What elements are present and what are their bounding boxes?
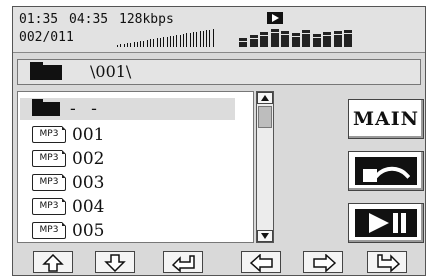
path-bar: \001\ bbox=[17, 59, 421, 85]
nav-enter-button[interactable] bbox=[163, 251, 203, 273]
equalizer-bar bbox=[260, 32, 268, 47]
file-name: 004 bbox=[72, 197, 105, 217]
volume-tick bbox=[169, 36, 171, 47]
current-path: \001\ bbox=[90, 62, 132, 81]
list-item[interactable]: MP3 003 bbox=[20, 172, 235, 194]
volume-tick bbox=[150, 39, 151, 47]
nav-tab-right-button[interactable] bbox=[367, 251, 407, 273]
elapsed-time: 01:35 bbox=[19, 12, 59, 27]
scroll-down-button[interactable] bbox=[257, 230, 273, 242]
volume-tick bbox=[212, 29, 214, 47]
equalizer-bar bbox=[239, 38, 247, 47]
file-name: 001 bbox=[72, 125, 105, 145]
volume-tick bbox=[120, 44, 122, 47]
file-name: 003 bbox=[72, 173, 105, 193]
equalizer-bar bbox=[323, 32, 331, 47]
volume-tick bbox=[123, 44, 125, 47]
mp3-file-icon: MP3 bbox=[32, 198, 66, 215]
volume-tick bbox=[192, 32, 194, 47]
status-panel: 01:35 04:35 128kbps 002/011 bbox=[13, 7, 425, 53]
volume-tick bbox=[206, 30, 208, 47]
volume-tick bbox=[176, 35, 178, 47]
folder-icon bbox=[32, 99, 60, 116]
nav-up-button[interactable] bbox=[33, 251, 73, 273]
main-button[interactable]: MAIN bbox=[348, 99, 424, 139]
arrow-right-icon bbox=[313, 254, 336, 272]
file-list: - - MP3 001 MP3 002 MP3 003 MP3 004 MP3 … bbox=[17, 91, 254, 243]
equalizer-bar bbox=[270, 29, 279, 47]
volume-tick bbox=[136, 42, 138, 47]
player-window: 01:35 04:35 128kbps 002/011 \001\ - - MP… bbox=[12, 6, 426, 276]
nav-right-button[interactable] bbox=[303, 251, 343, 273]
back-arrow-icon bbox=[355, 157, 417, 195]
play-pause-button[interactable] bbox=[348, 203, 424, 243]
arrow-down-icon bbox=[104, 254, 126, 272]
equalizer-bar bbox=[302, 30, 310, 47]
back-button[interactable] bbox=[348, 151, 424, 195]
volume-tick bbox=[146, 40, 148, 47]
list-item[interactable]: MP3 005 bbox=[20, 220, 235, 242]
equalizer-bar bbox=[291, 33, 300, 47]
play-icon bbox=[267, 12, 283, 24]
volume-tick bbox=[189, 33, 191, 47]
mp3-file-icon: MP3 bbox=[32, 222, 66, 239]
volume-tick bbox=[133, 42, 135, 47]
volume-tick bbox=[156, 38, 158, 47]
volume-tick bbox=[202, 31, 204, 47]
file-name: 005 bbox=[72, 221, 105, 241]
volume-tick bbox=[163, 37, 165, 47]
volume-tick bbox=[186, 33, 188, 47]
equalizer-bar bbox=[312, 34, 321, 47]
volume-tick bbox=[199, 31, 201, 47]
volume-tick bbox=[183, 34, 184, 47]
volume-tick bbox=[126, 43, 128, 47]
volume-tick bbox=[173, 36, 175, 47]
volume-tick bbox=[179, 35, 181, 47]
parent-folder-label: - - bbox=[70, 99, 102, 119]
equalizer-bar bbox=[249, 35, 258, 47]
equalizer-bar bbox=[333, 31, 342, 47]
tab-right-icon bbox=[377, 254, 400, 272]
play-pause-icon bbox=[355, 209, 417, 237]
scroll-thumb[interactable] bbox=[258, 106, 272, 128]
arrow-left-icon bbox=[250, 254, 273, 272]
volume-tick bbox=[159, 38, 161, 47]
list-item[interactable]: MP3 004 bbox=[20, 196, 235, 218]
volume-tick bbox=[117, 45, 118, 47]
volume-tick bbox=[140, 41, 142, 47]
list-item[interactable]: MP3 002 bbox=[20, 148, 235, 170]
list-item-parent[interactable]: - - bbox=[20, 98, 235, 120]
total-time: 04:35 bbox=[69, 12, 109, 27]
list-item[interactable]: MP3 001 bbox=[20, 124, 235, 146]
mp3-file-icon: MP3 bbox=[32, 174, 66, 191]
track-position: 002/011 bbox=[19, 30, 74, 45]
mp3-file-icon: MP3 bbox=[32, 126, 66, 143]
nav-left-button[interactable] bbox=[241, 251, 281, 273]
equalizer-bar bbox=[281, 31, 289, 47]
nav-down-button[interactable] bbox=[95, 251, 135, 273]
volume-ramp-icon bbox=[117, 29, 227, 47]
volume-tick bbox=[130, 43, 132, 47]
volume-tick bbox=[143, 41, 145, 47]
scrollbar[interactable] bbox=[256, 91, 274, 243]
bitrate: 128kbps bbox=[119, 12, 174, 27]
volume-tick bbox=[166, 37, 168, 47]
volume-tick bbox=[196, 32, 198, 47]
arrow-up-icon bbox=[42, 254, 64, 272]
volume-tick bbox=[209, 30, 211, 47]
navigation-bar bbox=[13, 251, 425, 275]
enter-icon bbox=[172, 255, 195, 272]
scroll-up-button[interactable] bbox=[257, 92, 273, 104]
equalizer-bars-icon bbox=[239, 27, 355, 47]
volume-tick bbox=[153, 39, 155, 47]
mp3-file-icon: MP3 bbox=[32, 150, 66, 167]
folder-icon bbox=[30, 62, 62, 80]
file-name: 002 bbox=[72, 149, 105, 169]
equalizer-bar bbox=[344, 30, 352, 47]
